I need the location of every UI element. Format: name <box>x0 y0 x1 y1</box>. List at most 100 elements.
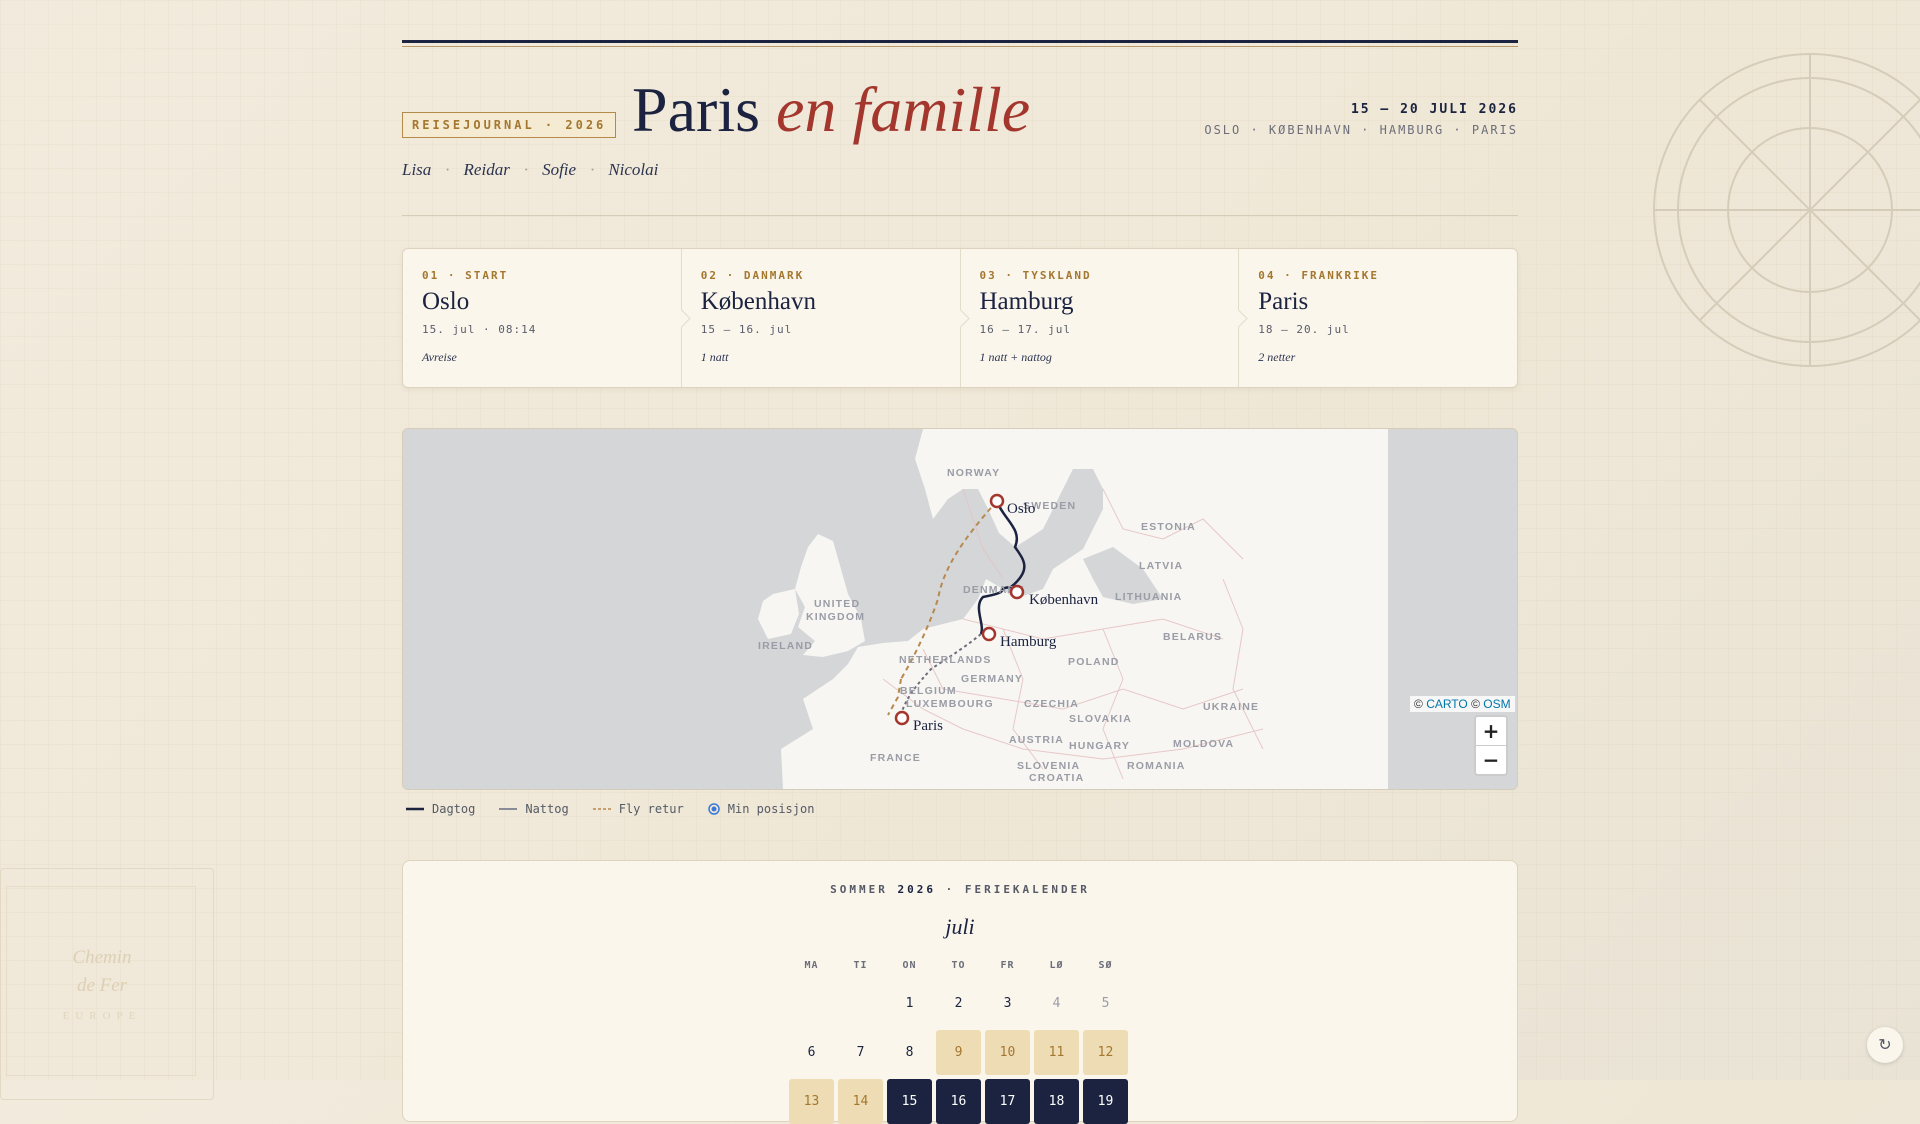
country-label: FRANCE <box>870 752 921 764</box>
country-label: BELGIUM <box>900 685 957 697</box>
calendar-day[interactable]: 8 <box>887 1030 932 1075</box>
calendar-day[interactable]: 13 <box>789 1079 834 1124</box>
stop-card-kobenhavn[interactable]: 02 · DANMARK København 15 — 16. jul 1 na… <box>682 249 970 387</box>
weekday-label: SØ <box>1098 960 1113 971</box>
country-label: BELARUS <box>1163 631 1222 643</box>
calendar-day[interactable]: 6 <box>789 1030 834 1075</box>
calendar-day[interactable]: 14 <box>838 1079 883 1124</box>
calendar-month: juli <box>945 914 975 939</box>
calendar-day[interactable]: 9 <box>936 1030 981 1075</box>
country-label: NETHERLANDS <box>899 654 992 666</box>
country-label: UKRAINE <box>1203 701 1259 713</box>
stop-card-oslo[interactable]: 01 · START Oslo 15. jul · 08:14 Avreise <box>403 249 691 387</box>
stop-note: Avreise <box>422 350 457 364</box>
stop-date: 18 — 20. jul <box>1258 323 1350 336</box>
stop-date: 16 — 17. jul <box>979 323 1071 336</box>
map-canvas[interactable]: NORWAY SWEDEN ESTONIA LATVIA LITHUANIA D… <box>403 429 1517 789</box>
calendar-heading: SOMMER 2026 · FERIEKALENDER <box>830 883 1090 896</box>
vacation-calendar: SOMMER 2026 · FERIEKALENDER juli MA TI O… <box>402 860 1518 1124</box>
marker-paris <box>894 710 910 726</box>
country-label: IRELAND <box>758 640 813 652</box>
weekday-label: ON <box>902 960 917 971</box>
country-label: KINGDOM <box>806 611 865 623</box>
map-legend: Dagtog Nattog Fly retur Min posisjon <box>406 802 814 816</box>
calendar-grid: MA TI ON TO FR LØ SØ 1 2 3 4 5 6 7 8 9 1… <box>789 955 1128 1124</box>
country-label: POLAND <box>1068 656 1120 668</box>
calendar-day[interactable]: 19 <box>1083 1079 1128 1124</box>
stop-name: Oslo <box>422 288 470 315</box>
traveller-name: Lisa <box>402 160 432 179</box>
marker-kobenhavn <box>1009 584 1025 600</box>
stop-note: 1 natt + nattog <box>979 350 1052 364</box>
calendar-day[interactable]: 2 <box>936 981 981 1026</box>
city-label-oslo: Oslo <box>1007 501 1035 517</box>
calendar-day[interactable]: 5 <box>1083 981 1128 1026</box>
stop-name: Paris <box>1258 288 1309 315</box>
country-label: AUSTRIA <box>1009 734 1064 746</box>
traveller-name: Reidar <box>463 160 510 179</box>
refresh-icon[interactable]: ↻ <box>1867 1027 1903 1063</box>
marker-oslo <box>989 493 1005 509</box>
stop-date: 15 — 16. jul <box>700 323 793 336</box>
osm-link[interactable]: OSM <box>1483 697 1510 711</box>
divider <box>402 215 1518 216</box>
legend-day-train: Dagtog <box>406 802 475 816</box>
stamp-title: Chemin de Fer <box>72 947 132 996</box>
legend-my-position: Min posisjon <box>708 802 814 816</box>
dashed-line-icon <box>592 808 611 810</box>
traveller-name: Sofie <box>542 160 577 179</box>
weekday-label: TI <box>853 960 868 971</box>
city-label-kobenhavn: København <box>1029 592 1099 608</box>
country-label: MOLDOVA <box>1173 738 1234 750</box>
gray-line-icon <box>499 808 518 810</box>
country-label: SLOVAKIA <box>1069 713 1132 725</box>
stop-tag: 03 · TYSKLAND <box>979 269 1092 282</box>
stop-card-paris[interactable]: 04 · FRANKRIKE Paris 18 — 20. jul 2 nett… <box>1239 249 1517 387</box>
trip-dates: 15 — 20 JULI 2026 <box>1350 102 1518 117</box>
stop-name: København <box>700 288 816 315</box>
route-map[interactable]: NORWAY SWEDEN ESTONIA LATVIA LITHUANIA D… <box>402 428 1518 790</box>
calendar-day[interactable]: 4 <box>1034 981 1079 1026</box>
stops-timeline: 01 · START Oslo 15. jul · 08:14 Avreise … <box>402 248 1518 388</box>
legend-night-train: Nattog <box>499 802 569 816</box>
calendar-day[interactable]: 18 <box>1034 1079 1079 1124</box>
weekday-label: TO <box>951 960 966 971</box>
calendar-day[interactable]: 17 <box>985 1079 1030 1124</box>
calendar-day[interactable]: 7 <box>838 1030 883 1075</box>
stop-card-hamburg[interactable]: 03 · TYSKLAND Hamburg 16 — 17. jul 1 nat… <box>961 249 1248 387</box>
calendar-day[interactable]: 1 <box>887 981 932 1026</box>
country-label: NORWAY <box>947 467 1000 479</box>
stop-note: 1 natt <box>700 350 729 364</box>
weekday-label: MA <box>804 960 819 971</box>
country-label: HUNGARY <box>1069 740 1130 752</box>
page-title: Paris en famille <box>632 74 1031 145</box>
trip-route: OSLO · KØBENHAVN · HAMBURG · PARIS <box>1204 123 1518 137</box>
city-label-paris: Paris <box>913 718 943 734</box>
traveller-name: Nicolai <box>608 160 659 179</box>
calendar-day[interactable]: 11 <box>1034 1030 1079 1075</box>
calendar-day[interactable]: 12 <box>1083 1030 1128 1075</box>
marker-hamburg <box>981 626 997 642</box>
journal-badge: REISEJOURNAL · 2026 <box>402 112 617 138</box>
zoom-in-button[interactable]: + <box>1476 717 1506 746</box>
stop-tag: 01 · START <box>422 269 509 282</box>
calendar-day[interactable]: 3 <box>985 981 1030 1026</box>
solid-line-icon <box>406 807 424 811</box>
stamp-subtitle: EUROPE <box>62 1010 142 1022</box>
country-label: UNITED <box>814 598 860 610</box>
country-label: SLOVENIA <box>1017 760 1080 772</box>
stop-tag: 02 · DANMARK <box>700 269 805 282</box>
calendar-day[interactable]: 10 <box>985 1030 1030 1075</box>
travellers-list: Lisa · Reidar · Sofie · Nicolai <box>402 160 659 179</box>
weekday-label: LØ <box>1049 960 1064 971</box>
zoom-out-button[interactable]: − <box>1476 746 1506 774</box>
carto-link[interactable]: CARTO <box>1426 697 1468 711</box>
calendar-day <box>789 981 834 1026</box>
calendar-day[interactable]: 16 <box>936 1079 981 1124</box>
calendar-day[interactable]: 15 <box>887 1079 932 1124</box>
country-label: GERMANY <box>961 673 1023 685</box>
stop-date: 15. jul · 08:14 <box>422 323 537 336</box>
location-dot-icon <box>708 803 720 815</box>
legend-flight-return: Fly retur <box>592 802 684 816</box>
compass-rose-icon <box>1653 53 1920 367</box>
